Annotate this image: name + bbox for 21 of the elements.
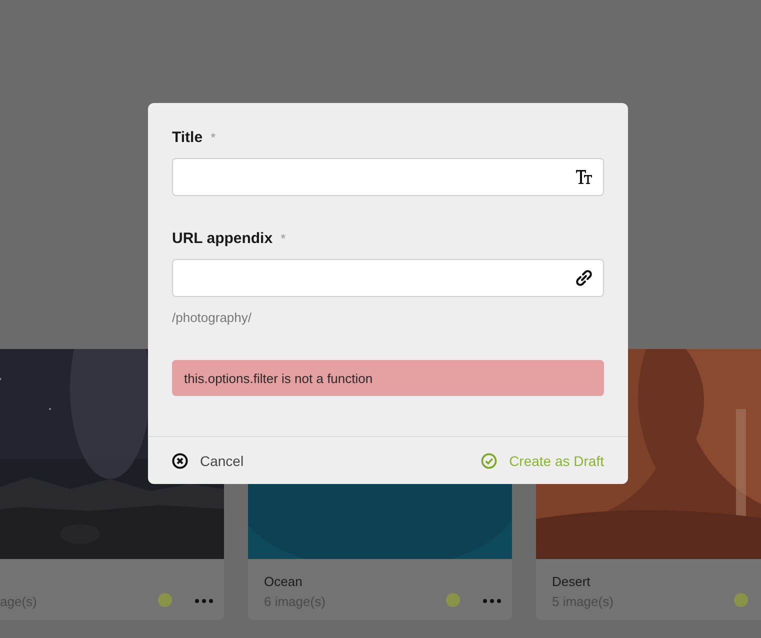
error-message: this.options.filter is not a function bbox=[172, 360, 604, 396]
url-prefix: /photography/ bbox=[172, 310, 253, 325]
field-label: Title bbox=[172, 129, 203, 146]
status-dot bbox=[446, 593, 460, 607]
create-draft-button[interactable]: Create as Draft bbox=[481, 452, 604, 468]
input-field[interactable] bbox=[172, 158, 604, 196]
status-dot bbox=[158, 593, 172, 607]
close-icon bbox=[172, 452, 188, 468]
album-name: Ocean bbox=[264, 574, 304, 589]
more-icon[interactable] bbox=[482, 599, 502, 603]
check-circle-icon bbox=[481, 452, 498, 468]
more-icon[interactable] bbox=[194, 599, 214, 603]
required-mark: * bbox=[280, 231, 286, 246]
text-size-icon bbox=[575, 169, 593, 185]
required-mark: * bbox=[210, 130, 216, 145]
status-dot bbox=[734, 593, 748, 607]
link-icon bbox=[575, 269, 593, 287]
field-label: URL appendix bbox=[172, 230, 273, 247]
album-name: Desert bbox=[552, 574, 592, 589]
cancel-button[interactable]: Cancel bbox=[172, 452, 244, 468]
input-field[interactable] bbox=[172, 259, 604, 297]
